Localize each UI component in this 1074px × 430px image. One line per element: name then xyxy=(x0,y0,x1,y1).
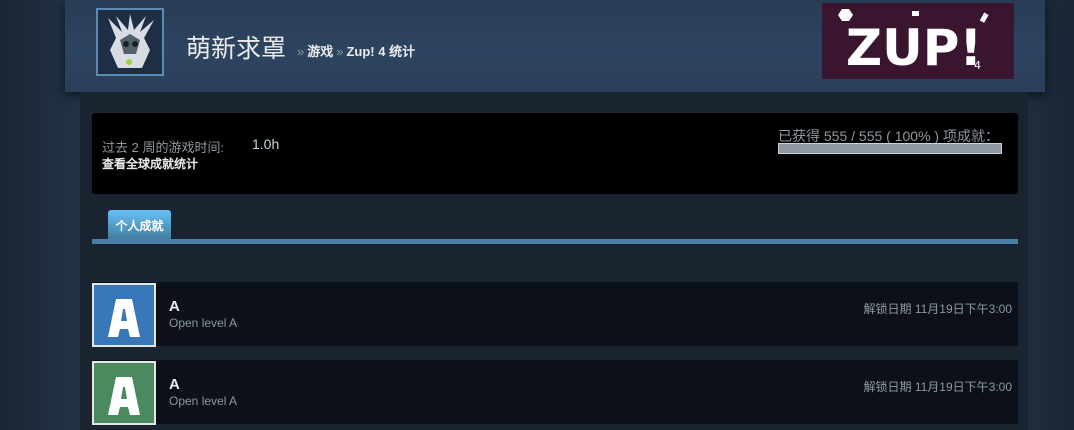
achievement-progress-bar xyxy=(778,143,1002,154)
breadcrumb-separator: » xyxy=(297,44,305,59)
breadcrumb: » 游戏» Zup! 4 统计 xyxy=(294,41,415,60)
achievement-row[interactable]: A Open level A 解锁日期 11月19日下午3:00 xyxy=(92,360,1018,425)
achievement-unlock-date: 解锁日期 11月19日下午3:00 xyxy=(863,380,1013,394)
game-logo-text: ZUP! xyxy=(846,19,982,77)
achievement-title: A xyxy=(169,376,180,393)
game-logo-sub: 4 xyxy=(974,59,981,72)
achievement-title: A xyxy=(169,298,180,315)
tab-personal-achievements[interactable]: 个人成就 xyxy=(108,210,171,240)
breadcrumb-stats-link[interactable]: Zup! 4 统计 xyxy=(346,44,415,59)
persona-name[interactable]: 萌新求罩 xyxy=(186,29,286,65)
tab-underline xyxy=(92,239,1018,244)
playtime-label: 过去 2 周的游戏时间: xyxy=(102,140,225,155)
breadcrumb-separator: » xyxy=(336,44,344,59)
achievement-progress-fill xyxy=(779,144,1001,153)
breadcrumb-games-link[interactable]: 游戏 xyxy=(307,44,333,59)
game-logo[interactable]: ZUP! 4 xyxy=(822,3,1014,79)
playtime-value: 1.0h xyxy=(252,136,280,152)
global-achievements-link[interactable]: 查看全球成就统计 xyxy=(102,155,198,172)
achievement-unlock-date: 解锁日期 11月19日下午3:00 xyxy=(863,302,1013,316)
achievement-description: Open level A xyxy=(169,394,238,408)
achievement-icon xyxy=(92,361,156,425)
achievement-description: Open level A xyxy=(169,316,238,330)
avatar[interactable] xyxy=(96,8,164,76)
achievement-icon xyxy=(92,283,156,347)
achievement-row[interactable]: A Open level A 解锁日期 11月19日下午3:00 xyxy=(92,282,1018,347)
